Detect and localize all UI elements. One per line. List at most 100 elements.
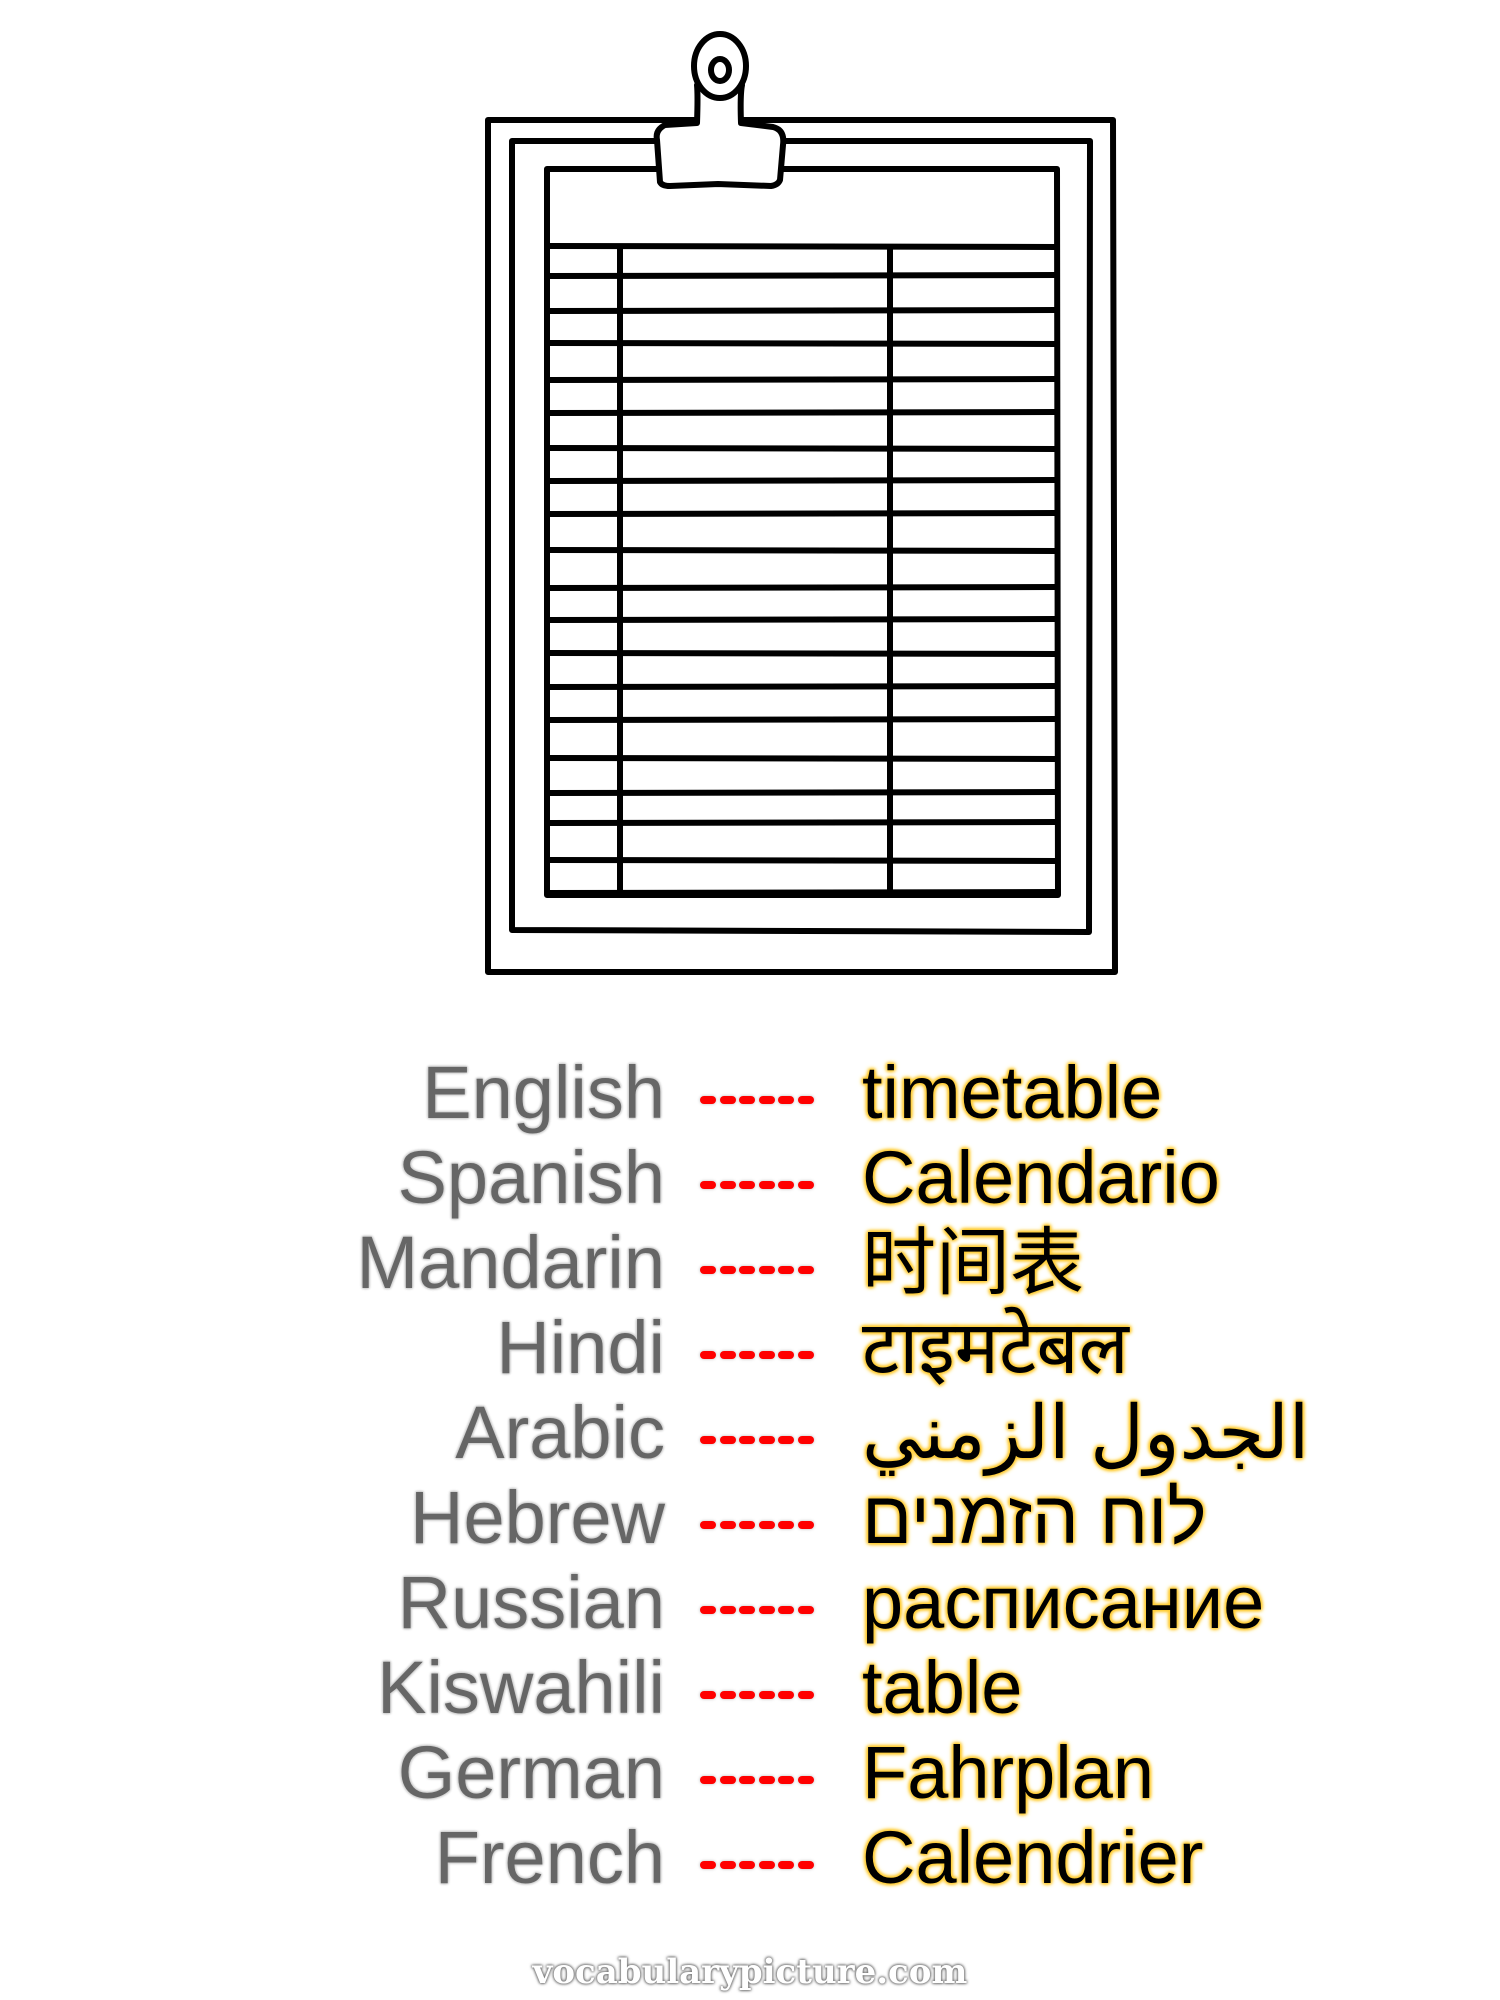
vocabulary-row: Hindi टाइमटेबल [0,1305,1500,1390]
table-row-line [545,857,1060,864]
dash-segment [758,1436,775,1444]
translated-word: расписание [862,1561,1265,1644]
dash-segment [719,1691,736,1699]
vocabulary-row: French Calendrier [0,1815,1500,1900]
dash-segment [700,1776,716,1784]
translated-word: Fahrplan [862,1731,1155,1814]
dash-segment [797,1521,814,1529]
table-row-line [545,683,1060,690]
dash-segment [719,1606,736,1614]
dash-segment [778,1436,794,1444]
language-label: Mandarin [356,1221,665,1304]
dash-segment [700,1691,716,1699]
translated-word: الجدول الزمني [862,1391,1310,1474]
dash-segment [739,1861,755,1869]
table-row-line [545,510,1060,517]
dash-segment [797,1096,814,1104]
dash-segment [739,1096,755,1104]
dash-segment [758,1351,775,1359]
table-row-line [545,755,1060,762]
table-row-line [545,409,1060,416]
dash-segment [778,1266,794,1274]
dash-segment [778,1351,794,1359]
dash-segment [700,1351,716,1359]
vocabulary-row: Spanish Calendario [0,1135,1500,1220]
table-row-line [545,376,1060,383]
table-row-line [545,445,1060,452]
translated-word: Calendrier [862,1816,1204,1899]
dash-segment [758,1096,775,1104]
language-label: French [434,1816,665,1899]
separator-dashes [700,1135,815,1220]
table-row-line [545,616,1060,623]
dash-segment [719,1436,736,1444]
dash-segment [719,1521,736,1529]
vocabulary-row: Kiswahili table [0,1645,1500,1730]
language-label: Hindi [496,1306,665,1389]
dash-segment [719,1861,736,1869]
language-label: German [397,1731,665,1814]
dash-segment [719,1351,736,1359]
dash-segment [700,1266,716,1274]
table-row-line [545,889,1060,896]
language-label: Hebrew [410,1476,665,1559]
dash-segment [700,1181,716,1189]
dash-segment [719,1776,736,1784]
table-row-line [545,650,1060,657]
dash-segment [719,1266,736,1274]
vocabulary-row: Russian расписание [0,1560,1500,1645]
table-row-line [545,547,1060,554]
dash-segment [758,1776,775,1784]
dash-segment [739,1181,755,1189]
separator-dashes [700,1305,815,1390]
dash-segment [739,1691,755,1699]
dash-segment [778,1691,794,1699]
language-label: Russian [397,1561,665,1644]
translated-word: 时间表 [862,1221,1084,1304]
site-watermark: vocabularypicture.com [532,1952,968,1992]
vocabulary-row: Arabic الجدول الزمني [0,1390,1500,1475]
dash-segment [700,1606,716,1614]
language-label: Arabic [455,1391,665,1474]
dash-segment [797,1861,814,1869]
dash-segment [758,1266,775,1274]
translated-word: timetable [862,1051,1163,1134]
dash-segment [700,1861,716,1869]
dash-segment [797,1776,814,1784]
translated-word: टाइमटेबल [862,1306,1129,1389]
table-row-line [545,716,1060,723]
separator-dashes [700,1645,815,1730]
dash-segment [778,1181,794,1189]
clipboard-illustration [485,31,1118,975]
dash-segment [778,1861,794,1869]
dash-segment [739,1436,755,1444]
language-label: Spanish [397,1136,665,1219]
language-label: English [422,1051,665,1134]
dash-segment [739,1351,755,1359]
dash-segment [778,1521,794,1529]
table-row-line [545,789,1060,796]
vocabulary-row: Mandarin 时间表 [0,1220,1500,1305]
dash-segment [778,1096,794,1104]
dash-segment [758,1521,775,1529]
separator-dashes [700,1815,815,1900]
dash-segment [797,1606,814,1614]
dash-segment [758,1606,775,1614]
table-row-line [545,307,1060,314]
table-row-line [545,272,1060,279]
language-label: Kiswahili [377,1646,665,1729]
dash-segment [739,1776,755,1784]
dash-segment [797,1181,814,1189]
vocabulary-row: English timetable [0,1050,1500,1135]
dash-segment [739,1606,755,1614]
separator-dashes [700,1475,815,1560]
dash-segment [758,1691,775,1699]
table-row-line [545,819,1060,826]
dash-segment [739,1521,755,1529]
dash-segment [700,1521,716,1529]
separator-dashes [700,1390,815,1475]
dash-segment [719,1096,736,1104]
translated-word: Calendario [862,1136,1220,1219]
translated-word: לוח הזמנים [862,1476,1207,1559]
table-row-line [545,243,1060,250]
